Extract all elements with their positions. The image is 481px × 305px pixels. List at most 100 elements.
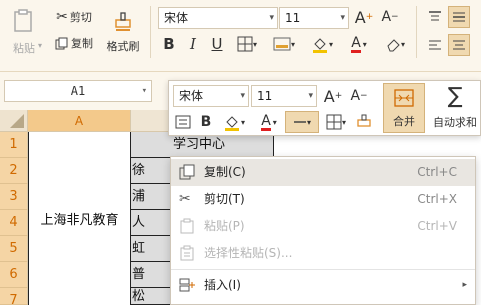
row-header[interactable]: 6 [0, 262, 28, 288]
copy-icon [179, 164, 195, 180]
ribbon-divider [150, 6, 151, 58]
copy-label: 复制 [71, 37, 93, 50]
cell-text: 浦 [132, 189, 146, 204]
decrease-font-icon[interactable]: A − [380, 6, 400, 28]
chevron-down-icon: ▾ [240, 91, 245, 101]
select-all-corner[interactable] [0, 110, 28, 132]
menu-item-shortcut: Ctrl+X [417, 192, 457, 206]
increase-font-icon[interactable]: A + [321, 85, 345, 107]
font-size-select[interactable]: 11 ▾ [279, 7, 349, 29]
menu-item-copy[interactable]: 复制(C) Ctrl+C [171, 159, 475, 186]
format-painter-button[interactable]: 格式刷 [102, 4, 144, 60]
menu-item-shortcut: Ctrl+C [417, 165, 457, 179]
merge-label: 合并 [393, 115, 415, 128]
paste-button[interactable]: 粘贴 [4, 4, 44, 60]
column-header-a[interactable]: A [28, 110, 131, 132]
chevron-down-icon: ▾ [141, 86, 147, 96]
underline-icon[interactable]: U [208, 34, 226, 54]
mini-toolbar: 宋体 ▾ 11 ▾ A + A − B ▾ A ▾ ▾ ▾ 合并 ∑ 自动求和 [168, 80, 481, 136]
row-header[interactable]: 1 [0, 132, 28, 158]
chevron-right-icon: ▸ [462, 280, 467, 290]
row-header[interactable]: 5 [0, 236, 28, 262]
menu-item-cut[interactable]: ✂ 剪切(T) Ctrl+X [171, 186, 475, 213]
align-top-icon[interactable] [424, 6, 446, 28]
paint-bucket-icon [312, 38, 327, 53]
chevron-down-icon: ▾ [269, 13, 274, 23]
fill-color-icon[interactable]: ▾ [306, 34, 338, 54]
menu-item-insert[interactable]: 插入(I) ▸ [171, 272, 475, 299]
corner-triangle-icon [10, 114, 24, 128]
format-painter-label: 格式刷 [106, 40, 140, 53]
paste-dropdown-icon[interactable]: ▾ [36, 40, 44, 50]
row-header[interactable]: 4 [0, 210, 28, 236]
font-color-icon[interactable]: A ▾ [344, 34, 374, 54]
cell-b4[interactable]: 人 [131, 210, 173, 236]
menu-item-paste-special[interactable]: 选择性粘贴(S)... [171, 240, 475, 267]
chevron-down-icon: ▾ [308, 91, 313, 101]
format-painter-icon [115, 12, 131, 31]
chevron-down-icon: ▾ [340, 13, 345, 23]
cell-style-swatch-icon [273, 37, 291, 51]
cell-b7[interactable]: 松 [131, 288, 173, 305]
name-box[interactable]: A1 ▾ [4, 80, 152, 102]
autosum-label: 自动求和 [433, 116, 477, 129]
cell-text: 徐 [132, 163, 146, 178]
insert-cells-icon [179, 278, 195, 292]
border-grid-icon [326, 114, 342, 130]
cell-text: 上海非凡教育 [40, 213, 119, 228]
menu-separator [171, 269, 475, 270]
fill-color-icon[interactable]: ▾ [217, 111, 251, 133]
cell-b6[interactable]: 普 [131, 262, 173, 288]
menu-item-label: 选择性粘贴(S)... [204, 246, 293, 260]
border-grid-icon [237, 36, 253, 52]
merge-button[interactable]: 合并 [383, 83, 425, 133]
cell-text: 人 [132, 215, 146, 230]
font-color-icon[interactable]: A ▾ [255, 111, 283, 133]
menu-item-label: 粘贴(P) [204, 219, 245, 233]
increase-font-icon[interactable]: A + [354, 6, 374, 28]
cell-a1-merged[interactable]: 上海非凡教育 [28, 132, 131, 305]
align-left-icon[interactable] [424, 34, 446, 56]
scissors-icon: ✂ [179, 191, 191, 207]
row-header[interactable]: 3 [0, 184, 28, 210]
align-center-icon[interactable]: ▾ [285, 111, 319, 133]
cell-b2[interactable]: 徐 [131, 158, 173, 184]
ribbon-toolbar: 粘贴 ▾ ✂ 剪切 复制 格式刷 宋体 ▾ 11 ▾ A + A − B I U ▾… [0, 0, 481, 72]
menu-item-paste[interactable]: 粘贴(P) Ctrl+V [171, 213, 475, 240]
cell-format-icon[interactable] [173, 111, 193, 133]
font-name-value: 宋体 [164, 11, 189, 25]
border-icon[interactable]: ▾ [321, 111, 351, 133]
menu-item-label: 插入(I) [204, 278, 241, 292]
eraser-icon [387, 39, 400, 52]
sigma-icon: ∑ [447, 84, 463, 109]
border-icon[interactable]: ▾ [232, 34, 262, 54]
bold-icon[interactable]: B [197, 111, 215, 133]
decrease-font-icon[interactable]: A − [347, 85, 371, 107]
align-middle-icon[interactable] [448, 6, 470, 28]
cell-text: 普 [132, 267, 146, 282]
format-painter-icon[interactable] [353, 111, 375, 133]
clear-format-icon[interactable]: ▾ [380, 34, 410, 54]
cell-b3[interactable]: 浦 [131, 184, 173, 210]
font-name-select[interactable]: 宋体 ▾ [158, 7, 278, 29]
align-center-icon[interactable] [448, 34, 470, 56]
cut-button[interactable]: ✂ 剪切 [50, 8, 98, 26]
context-menu: 复制(C) Ctrl+C ✂ 剪切(T) Ctrl+X 粘贴(P) Ctrl+V… [170, 156, 476, 305]
row-header[interactable]: 7 [0, 288, 28, 305]
cell-b5[interactable]: 虹 [131, 236, 173, 262]
italic-icon[interactable]: I [184, 34, 202, 54]
autosum-button[interactable]: ∑ 自动求和 [429, 83, 481, 133]
menu-item-label: 复制(C) [204, 165, 246, 179]
copy-icon [55, 37, 68, 49]
row-header[interactable]: 2 [0, 158, 28, 184]
mini-font-name-select[interactable]: 宋体 ▾ [173, 85, 249, 107]
merge-cells-icon [394, 89, 414, 107]
mini-font-size-select[interactable]: 11 ▾ [251, 85, 317, 107]
font-size-value: 11 [285, 11, 301, 25]
copy-button[interactable]: 复制 [50, 34, 98, 52]
cell-text: 松 [132, 289, 146, 304]
cell-style-icon[interactable]: ▾ [268, 34, 300, 54]
bold-icon[interactable]: B [160, 34, 178, 54]
font-name-value: 宋体 [179, 89, 204, 103]
cell-reference: A1 [70, 84, 86, 98]
